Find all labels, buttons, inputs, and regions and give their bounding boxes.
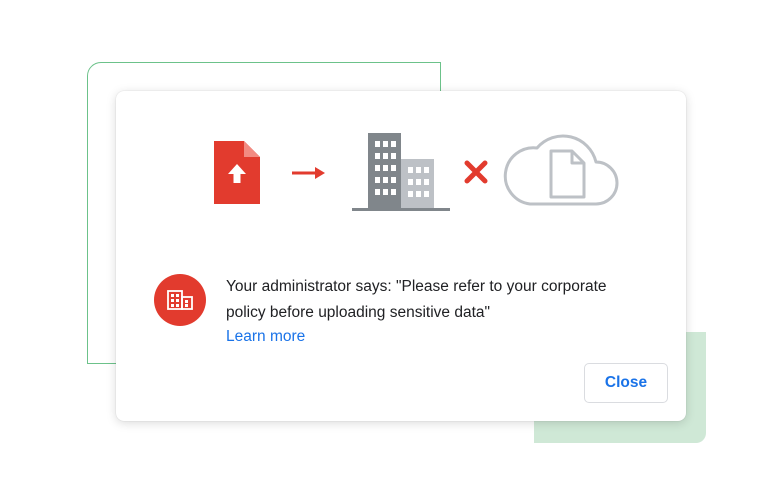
close-button[interactable]: Close — [584, 363, 668, 403]
arrow-right-icon — [292, 167, 325, 179]
admin-badge — [154, 274, 206, 326]
upload-blocked-illustration — [214, 133, 619, 211]
stage: Your administrator says: "Please refer t… — [0, 0, 784, 500]
upload-blocked-dialog: Your administrator says: "Please refer t… — [116, 91, 686, 421]
blocked-x-icon — [464, 160, 488, 184]
building-icon — [167, 290, 193, 310]
file-upload-icon — [214, 141, 260, 204]
cloud-document-icon — [503, 134, 619, 206]
learn-more-link[interactable]: Learn more — [226, 325, 305, 349]
building-icon — [352, 133, 450, 211]
admin-message: Your administrator says: "Please refer t… — [226, 278, 607, 321]
